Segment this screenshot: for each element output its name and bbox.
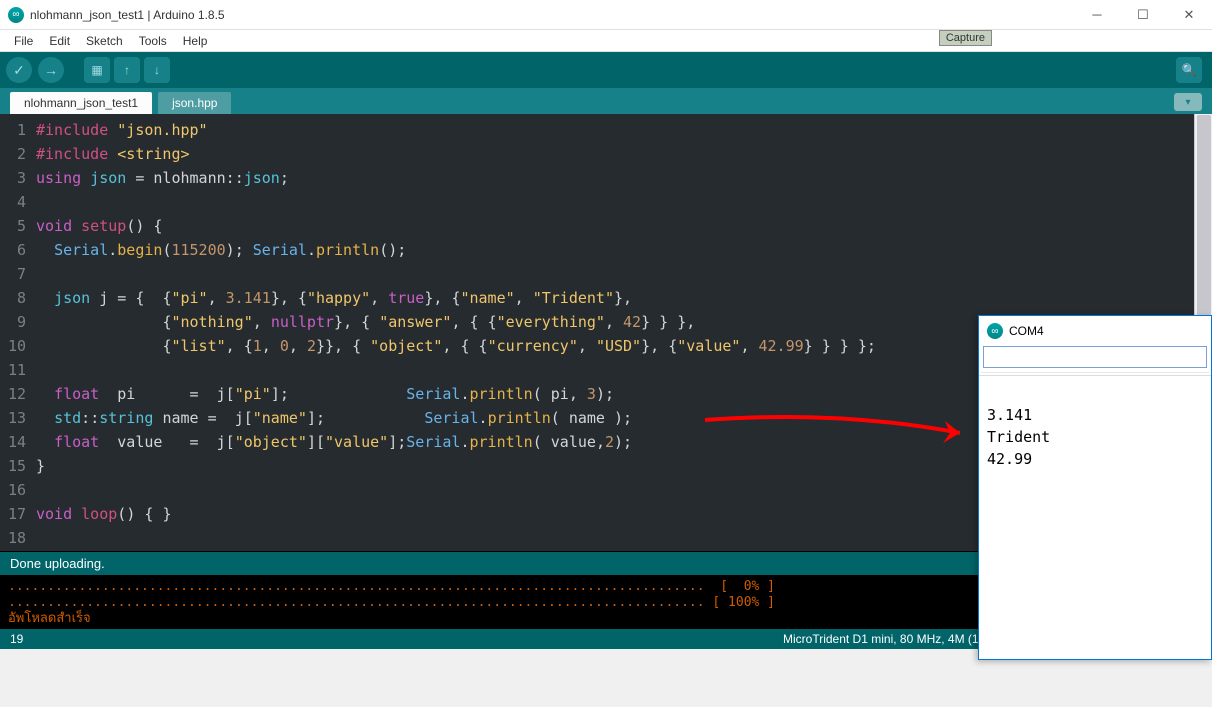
upload-button[interactable]: → (38, 57, 64, 83)
serial-monitor-window: COM4 3.141 Trident 42.99 (978, 315, 1212, 660)
menu-edit[interactable]: Edit (41, 32, 78, 50)
line-number: 1 (0, 118, 26, 142)
serial-input[interactable] (983, 346, 1207, 368)
line-number: 6 (0, 238, 26, 262)
serial-title: COM4 (1009, 324, 1044, 338)
serial-line: 42.99 (987, 450, 1032, 468)
open-button[interactable]: ↑ (114, 57, 140, 83)
tab-jsonhpp[interactable]: json.hpp (158, 92, 231, 114)
line-number: 9 (0, 310, 26, 334)
serial-line: Trident (987, 428, 1050, 446)
minimize-button[interactable]: ─ (1074, 0, 1120, 29)
console-line: อัพโหลดสำเร็จ (8, 611, 91, 626)
line-number: 5 (0, 214, 26, 238)
serial-line: 3.141 (987, 406, 1032, 424)
line-number: 14 (0, 430, 26, 454)
line-number: 7 (0, 262, 26, 286)
window-title: nlohmann_json_test1 | Arduino 1.8.5 (30, 8, 1074, 22)
line-number: 12 (0, 382, 26, 406)
tab-dropdown-icon[interactable]: ▾ (1174, 93, 1202, 111)
line-number: 8 (0, 286, 26, 310)
menubar: File Edit Sketch Tools Help Capture (0, 30, 1212, 52)
arduino-logo-icon (8, 7, 24, 23)
line-number: 2 (0, 142, 26, 166)
verify-button[interactable]: ✓ (6, 57, 32, 83)
line-number: 17 (0, 502, 26, 526)
serial-output[interactable]: 3.141 Trident 42.99 (979, 375, 1211, 659)
line-number: 11 (0, 358, 26, 382)
toolbar: ✓ → ▦ ↑ ↓ 🔍 (0, 52, 1212, 88)
line-number: 4 (0, 190, 26, 214)
capture-button[interactable]: Capture (939, 30, 992, 46)
serial-monitor-button[interactable]: 🔍 (1176, 57, 1202, 83)
tabbar: nlohmann_json_test1 json.hpp ▾ (0, 88, 1212, 114)
line-number: 15 (0, 454, 26, 478)
line-number: 16 (0, 478, 26, 502)
line-number: 10 (0, 334, 26, 358)
line-number: 18 (0, 526, 26, 550)
maximize-button[interactable]: ☐ (1120, 0, 1166, 29)
line-number: 13 (0, 406, 26, 430)
console-line: ........................................… (8, 595, 775, 610)
console-line: ........................................… (8, 579, 775, 594)
line-number: 3 (0, 166, 26, 190)
serial-titlebar: COM4 (979, 316, 1211, 346)
menu-tools[interactable]: Tools (131, 32, 175, 50)
save-button[interactable]: ↓ (144, 57, 170, 83)
menu-file[interactable]: File (6, 32, 41, 50)
tab-main[interactable]: nlohmann_json_test1 (10, 92, 152, 114)
cursor-line: 19 (10, 632, 23, 646)
menu-help[interactable]: Help (175, 32, 216, 50)
line-gutter: 1 2 3 4 5 6 7 8 9 10 11 12 13 14 15 16 1… (0, 114, 32, 551)
window-titlebar: nlohmann_json_test1 | Arduino 1.8.5 ─ ☐ … (0, 0, 1212, 30)
arduino-logo-icon (987, 323, 1003, 339)
menu-sketch[interactable]: Sketch (78, 32, 131, 50)
close-button[interactable]: ✕ (1166, 0, 1212, 29)
new-button[interactable]: ▦ (84, 57, 110, 83)
